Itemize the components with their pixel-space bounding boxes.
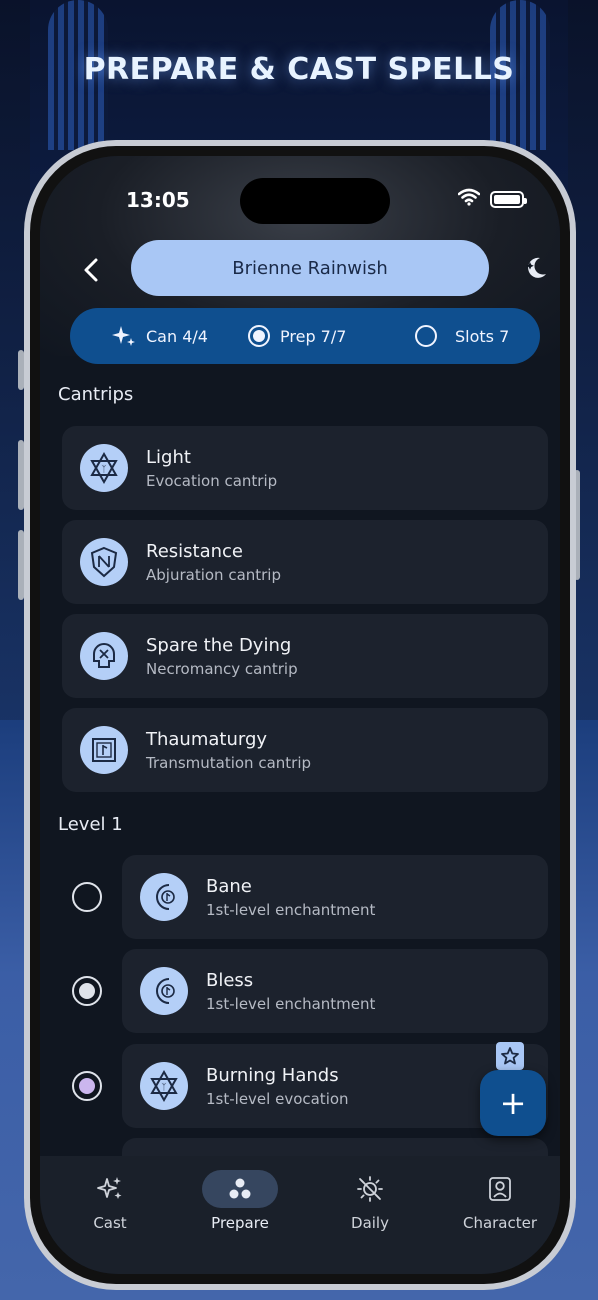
spell-name: Resistance bbox=[146, 540, 243, 562]
favorite-star-icon[interactable] bbox=[496, 1042, 524, 1070]
sparkles-icon bbox=[112, 326, 135, 346]
theme-toggle-button[interactable] bbox=[520, 252, 552, 284]
nav-icon-bg-active bbox=[202, 1170, 278, 1208]
cantrips-stat[interactable]: Can 4/4 bbox=[112, 324, 208, 348]
spell-name: Spare the Dying bbox=[146, 634, 292, 656]
spell-card-resistance[interactable]: Resistance Abjuration cantrip bbox=[62, 520, 548, 604]
nav-icon-bg bbox=[332, 1170, 408, 1208]
square-rune-icon bbox=[80, 726, 128, 774]
chevron-left-icon bbox=[84, 258, 98, 282]
character-name-pill[interactable]: Brienne Rainwish bbox=[131, 240, 489, 296]
radio-empty-icon bbox=[415, 325, 437, 347]
sun-off-icon bbox=[357, 1176, 383, 1202]
wifi-icon bbox=[458, 188, 480, 206]
prepare-toggle-bless[interactable] bbox=[72, 976, 102, 1006]
phone-frame: 13:05 Brienne Rainwish Can 4/4 Prep 7/7 … bbox=[24, 140, 576, 1290]
section-title-level-1: Level 1 bbox=[58, 814, 123, 835]
status-bar: 13:05 bbox=[40, 156, 560, 224]
moon-sparkle-icon bbox=[526, 257, 546, 278]
prepared-stat-label: Prep 7/7 bbox=[280, 326, 347, 346]
add-spell-button[interactable]: + bbox=[480, 1070, 546, 1136]
spell-name: Bane bbox=[206, 875, 252, 897]
spell-name: Light bbox=[146, 446, 191, 468]
app-screen: 13:05 Brienne Rainwish Can 4/4 Prep 7/7 … bbox=[40, 156, 560, 1274]
spell-subtitle: 1st-level evocation bbox=[206, 1089, 349, 1108]
nav-item-character[interactable]: Character bbox=[445, 1170, 555, 1232]
crescent-rune-icon bbox=[140, 967, 188, 1015]
prepared-stat[interactable]: Prep 7/7 bbox=[248, 325, 346, 347]
spell-name: Thaumaturgy bbox=[146, 728, 268, 750]
spell-subtitle: 1st-level enchantment bbox=[206, 994, 376, 1013]
skull-rune-icon bbox=[80, 632, 128, 680]
spell-name: Burning Hands bbox=[206, 1064, 339, 1086]
spell-card-thaumaturgy[interactable]: Thaumaturgy Transmutation cantrip bbox=[62, 708, 548, 792]
spell-subtitle: Transmutation cantrip bbox=[146, 753, 312, 772]
nav-item-daily[interactable]: Daily bbox=[315, 1170, 425, 1232]
spell-subtitle: Abjuration cantrip bbox=[146, 565, 281, 584]
nav-item-cast[interactable]: Cast bbox=[55, 1170, 165, 1232]
prepare-toggle-burning-hands[interactable] bbox=[72, 1071, 102, 1101]
spell-card-bless[interactable]: Bless 1st-level enchantment bbox=[122, 949, 548, 1033]
hexagram-rune-icon: ᛉ bbox=[80, 444, 128, 492]
user-portrait-icon bbox=[489, 1177, 511, 1201]
spell-stats-bar: Can 4/4 Prep 7/7 Slots 7 bbox=[70, 308, 540, 364]
sparkles-icon bbox=[97, 1177, 122, 1199]
nav-label-daily: Daily bbox=[351, 1214, 389, 1232]
spell-card-bane[interactable]: Bane 1st-level enchantment bbox=[122, 855, 548, 939]
spell-name: Bless bbox=[206, 969, 254, 991]
spell-card-spare-the-dying[interactable]: Spare the Dying Necromancy cantrip bbox=[62, 614, 548, 698]
nav-icon-bg bbox=[462, 1170, 538, 1208]
slots-stat-label: Slots 7 bbox=[455, 326, 510, 346]
battery-icon bbox=[490, 191, 527, 208]
three-dots-cluster-icon bbox=[229, 1178, 251, 1199]
slots-stat[interactable]: Slots 7 bbox=[415, 325, 509, 347]
crescent-rune-icon bbox=[140, 873, 188, 921]
spell-subtitle: Evocation cantrip bbox=[146, 471, 278, 490]
shield-rune-icon bbox=[80, 538, 128, 586]
bottom-navigation: Cast Prepare Daily Character bbox=[40, 1156, 560, 1274]
nav-item-prepare[interactable]: Prepare bbox=[185, 1170, 295, 1232]
spell-subtitle: Necromancy cantrip bbox=[146, 659, 298, 678]
spell-card-light[interactable]: ᛉ Light Evocation cantrip bbox=[62, 426, 548, 510]
radio-filled-icon bbox=[248, 325, 270, 347]
nav-label-character: Character bbox=[462, 1214, 538, 1232]
back-button[interactable] bbox=[76, 252, 106, 288]
status-time: 13:05 bbox=[126, 188, 190, 212]
svg-text:ᛉ: ᛉ bbox=[101, 464, 106, 475]
nav-icon-bg bbox=[72, 1170, 148, 1208]
cantrips-stat-label: Can 4/4 bbox=[146, 326, 208, 346]
nav-label-prepare: Prepare bbox=[211, 1214, 269, 1232]
prepare-toggle-bane[interactable] bbox=[72, 882, 102, 912]
hexagram-rune-icon: ᛉ bbox=[140, 1062, 188, 1110]
spell-subtitle: 1st-level enchantment bbox=[206, 900, 376, 919]
section-title-cantrips: Cantrips bbox=[58, 384, 134, 405]
dynamic-island bbox=[240, 178, 390, 224]
nav-label-cast: Cast bbox=[93, 1214, 127, 1232]
svg-text:ᛉ: ᛉ bbox=[161, 1082, 166, 1093]
promo-title: PREPARE & CAST SPELLS bbox=[83, 52, 515, 87]
